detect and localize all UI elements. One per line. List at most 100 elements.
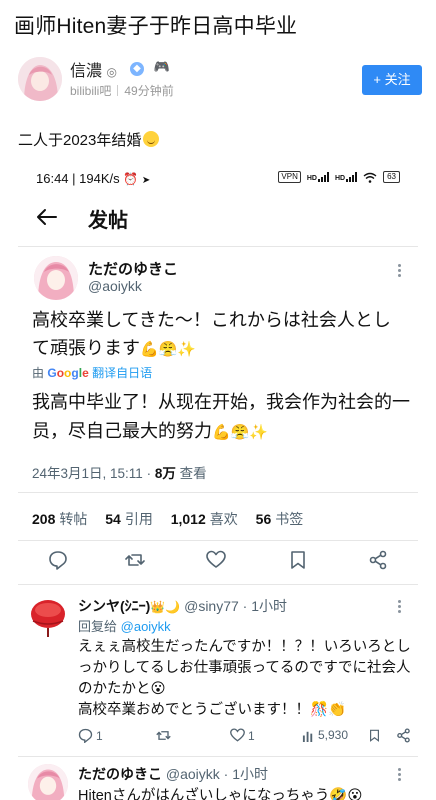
replying-to: 回复给 @aoiykk bbox=[78, 616, 171, 635]
gamepad-badge-icon: 🎮 bbox=[153, 59, 170, 74]
author-avatar[interactable] bbox=[18, 57, 62, 101]
bookmark-icon[interactable] bbox=[368, 728, 381, 743]
reply-text-line2-body: 高校卒業おめでとうございます！！ bbox=[78, 702, 310, 718]
avatar-illustration-icon bbox=[34, 256, 78, 300]
signal-bars-icon bbox=[317, 172, 329, 182]
author-name-mark: ◎ bbox=[106, 65, 117, 79]
author-name-text: 信濃 bbox=[70, 63, 103, 80]
like-heart-icon[interactable] bbox=[206, 550, 226, 570]
reply-repost-action[interactable] bbox=[156, 728, 171, 743]
reply-views-count: 5,930 bbox=[318, 728, 349, 742]
reply-like-action[interactable]: 1 bbox=[230, 728, 255, 743]
tweet-time-text: 24年3月1日, 15:11 · bbox=[32, 466, 152, 481]
repost-icon[interactable] bbox=[125, 550, 145, 570]
reply2-more-options-icon[interactable] bbox=[398, 768, 402, 783]
status-bar: 16:44 | 194K/s ⏰ ➤ VPN HD HD 63 bbox=[18, 160, 418, 196]
bookmark-icon[interactable] bbox=[288, 550, 308, 570]
post-time: 49分钟前 bbox=[124, 84, 174, 98]
reply-author-line: シンヤ(ｼﾆｰ)👑🌙 @siny77 · 1小时 bbox=[78, 596, 287, 616]
reposts-stat[interactable]: 208 转帖 bbox=[32, 511, 87, 527]
reply-icon bbox=[78, 728, 93, 743]
tweet-author-name[interactable]: ただのゆきこ bbox=[88, 258, 178, 279]
back-arrow-icon[interactable] bbox=[36, 206, 58, 228]
translated-text: 我高中毕业了！从现在开始，我会作为社会的一员，尽自己最大的努力💪😤✨ bbox=[32, 388, 410, 447]
hd-label-2: HD bbox=[334, 175, 346, 182]
translation-attribution: 由 Google 翻译自日语 bbox=[32, 364, 152, 381]
reply-text-line2-emojis: 🎊👏 bbox=[310, 702, 347, 718]
tweet-actions bbox=[18, 548, 418, 578]
hd-label: HD bbox=[306, 175, 317, 182]
smile-emoji-icon bbox=[143, 131, 160, 147]
tweet-text-body: 高校卒業してきた〜！これからは社会人として頑張ります bbox=[32, 310, 391, 358]
tweet-text-emojis: 💪😤✨ bbox=[140, 341, 197, 358]
author-name[interactable]: 信濃 ◎ bbox=[70, 57, 117, 81]
google-logo: Google bbox=[47, 366, 89, 380]
translate-link[interactable]: 翻译自日语 bbox=[92, 366, 152, 380]
reply-views-action[interactable]: 5,930 bbox=[302, 728, 348, 742]
post-source[interactable]: bilibili吧 bbox=[70, 84, 111, 98]
page-title: 发帖 bbox=[88, 210, 128, 232]
more-options-icon[interactable] bbox=[398, 264, 402, 279]
quotes-stat[interactable]: 54 引用 bbox=[105, 511, 153, 527]
reply-likes-count: 1 bbox=[248, 728, 255, 743]
diamond-badge-icon: ◆ bbox=[130, 62, 144, 76]
location-icon: ➤ bbox=[141, 175, 151, 186]
reply-author-handle: @siny77 · 1小时 bbox=[184, 598, 288, 614]
meta-divider bbox=[117, 85, 119, 96]
reply-actions: 1 1 5,930 bbox=[78, 728, 412, 748]
reply-author-emojis: 👑🌙 bbox=[150, 600, 181, 614]
reply-divider bbox=[18, 756, 418, 757]
avatar-illustration-icon bbox=[18, 57, 62, 101]
share-icon[interactable] bbox=[368, 550, 388, 570]
translated-text-emojis: 💪😤✨ bbox=[212, 424, 269, 441]
follow-button[interactable]: + 关注 bbox=[362, 65, 422, 95]
tweet-views-count: 8万 bbox=[154, 466, 176, 481]
post-title: 画师Hiten妻子于昨日高中毕业 bbox=[14, 15, 298, 38]
reply-text-line1: えぇぇ高校生だったんですか！！？！いろいろとしっかりしてるしお仕事頑張ってるので… bbox=[78, 639, 411, 697]
reply2-text: Hitenさんがはんざいしゃになっちゃう🤣😮 bbox=[78, 788, 363, 800]
reply-more-options-icon[interactable] bbox=[398, 600, 402, 615]
wifi-icon bbox=[363, 172, 377, 183]
translate-by-label: 由 bbox=[32, 366, 45, 380]
reply2-author-name[interactable]: ただのゆきこ bbox=[78, 766, 162, 782]
reply-text: えぇぇ高校生だったんですか！！？！いろいろとしっかりしてるしお仕事頑張ってるので… bbox=[78, 637, 412, 721]
header-divider bbox=[18, 246, 418, 247]
likes-stat[interactable]: 1,012 喜欢 bbox=[171, 511, 238, 527]
tweet-header: 发帖 bbox=[18, 200, 418, 240]
status-time: 16:44 | 194K/s ⏰ ➤ bbox=[36, 171, 150, 186]
views-chart-icon bbox=[302, 731, 313, 742]
reply-replies-count: 1 bbox=[96, 728, 103, 743]
avatar-illustration-icon bbox=[28, 764, 68, 800]
author-badges: ◆ 🎮 bbox=[130, 59, 170, 76]
like-heart-icon bbox=[230, 728, 245, 742]
reply-author-avatar[interactable] bbox=[28, 597, 68, 637]
reply-reply-action[interactable]: 1 bbox=[78, 728, 103, 743]
repost-icon bbox=[156, 731, 171, 740]
reply2-author-handle: @aoiykk · 1小时 bbox=[165, 766, 269, 782]
author-row: 信濃 ◎ ◆ 🎮 bilibili吧 49分钟前 + 关注 bbox=[18, 55, 422, 103]
hd-signal-2-icon: HD bbox=[334, 172, 358, 182]
reply2-author-avatar[interactable] bbox=[28, 764, 68, 800]
stats-divider-bottom bbox=[18, 540, 418, 541]
hd-signal-icon: HD bbox=[307, 172, 329, 182]
tweet-author-avatar[interactable] bbox=[34, 256, 78, 300]
reply2-author-line: ただのゆきこ @aoiykk · 1小时 bbox=[78, 764, 268, 784]
signal-bars-2-icon bbox=[346, 172, 358, 182]
reply-author-name[interactable]: シンヤ(ｼﾆｰ) bbox=[78, 598, 150, 614]
replying-to-handle[interactable]: @aoiykk bbox=[121, 619, 171, 634]
status-time-text: 16:44 | 194K/s bbox=[36, 171, 120, 186]
replying-to-label: 回复给 bbox=[78, 619, 118, 634]
stats-divider-top bbox=[18, 492, 418, 493]
status-icons: VPN HD HD 63 bbox=[278, 171, 400, 183]
tweet-author-handle[interactable]: @aoiykk bbox=[88, 278, 142, 294]
tweet-timestamp: 24年3月1日, 15:11 · 8万 查看 bbox=[32, 462, 207, 482]
bookmarks-stat[interactable]: 56 书签 bbox=[256, 511, 304, 527]
reply-text-line2: 高校卒業おめでとうございます！！🎊👏 bbox=[78, 700, 412, 721]
author-meta: bilibili吧 49分钟前 bbox=[70, 82, 174, 99]
battery-icon: 63 bbox=[383, 171, 400, 183]
tweet-text: 高校卒業してきた〜！これからは社会人として頑張ります💪😤✨ bbox=[32, 306, 407, 364]
reply-icon[interactable] bbox=[48, 550, 68, 570]
post-body-text: 二人于2023年结婚 bbox=[18, 132, 142, 149]
share-icon[interactable] bbox=[396, 728, 411, 743]
post-body: 二人于2023年结婚 bbox=[18, 129, 160, 150]
